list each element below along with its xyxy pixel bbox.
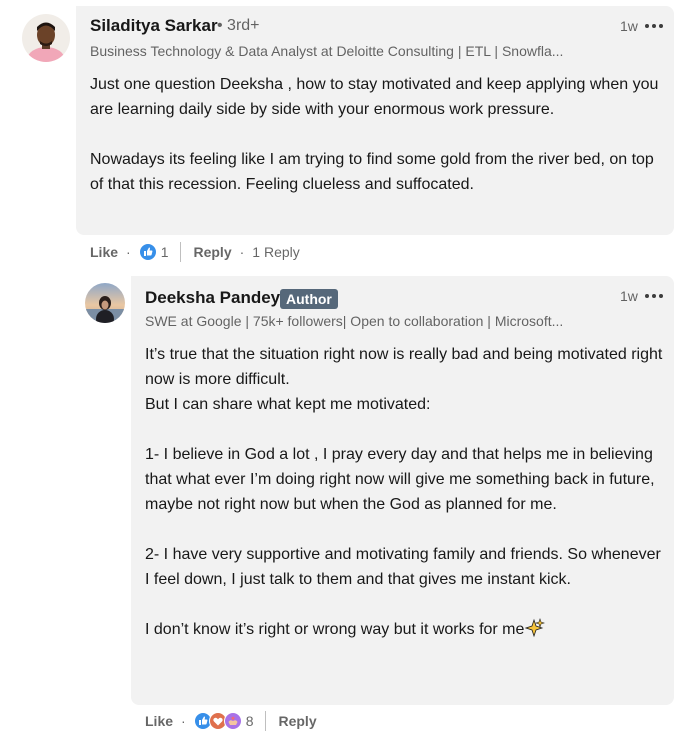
reply-paragraph: It’s true that the situation right now i…: [145, 346, 663, 388]
reply-reply-button[interactable]: Reply: [278, 713, 316, 729]
reply-text: It’s true that the situation right now i…: [145, 342, 663, 642]
comment-paragraph: Just one question Deeksha , how to stay …: [90, 76, 659, 118]
comment-like-button[interactable]: Like: [90, 244, 118, 260]
reply-like-button[interactable]: Like: [145, 713, 173, 729]
reply-actions: Like · 8 Reply: [145, 709, 317, 733]
divider: [180, 242, 182, 262]
comment-author-name[interactable]: Siladitya Sarkar: [90, 16, 218, 36]
comment-reaction-count[interactable]: 1: [161, 244, 169, 260]
reply-paragraph: [145, 592, 663, 617]
comment-timestamp: 1w: [620, 18, 638, 34]
support-hands-icon: [223, 712, 242, 730]
separator-dot: ·: [181, 713, 186, 729]
reply-paragraph: [145, 417, 663, 442]
reply-more-options-icon[interactable]: [645, 291, 663, 301]
reply-author-headline: SWE at Google | 75k+ followers| Open to …: [145, 313, 564, 329]
author-badge: Author: [280, 289, 338, 309]
comment-text: Just one question Deeksha , how to stay …: [90, 72, 662, 197]
comment-author-headline: Business Technology & Data Analyst at De…: [90, 43, 564, 59]
reply-paragraph: I don’t know it’s right or wrong way but…: [145, 621, 525, 638]
comment-reply-button[interactable]: Reply: [193, 244, 231, 260]
avatar-photo: [22, 14, 70, 62]
separator-dot: ·: [239, 244, 245, 260]
reply-paragraph: But I can share what kept me motivated:: [145, 396, 431, 413]
divider: [265, 711, 267, 731]
comment-actions: Like · 1 Reply · 1 Reply: [90, 240, 300, 264]
like-reaction-icon: [138, 243, 157, 261]
comment-paragraph: Nowadays its feeling like I am trying to…: [90, 151, 654, 193]
connection-degree: • 3rd+: [217, 17, 260, 34]
reply-last-line: I don’t know it’s right or wrong way but…: [145, 617, 663, 642]
avatar-deeksha[interactable]: [85, 283, 125, 323]
reply-paragraph: 1- I believe in God a lot , I pray every…: [145, 446, 655, 513]
reply-paragraph: [145, 517, 663, 542]
comment-more-options-icon[interactable]: [645, 21, 663, 31]
reply-count-link[interactable]: 1 Reply: [252, 244, 299, 260]
reply-author-name[interactable]: Deeksha Pandey: [145, 288, 280, 308]
sparkles-emoji-icon: [525, 618, 546, 638]
reply-reaction-count[interactable]: 8: [246, 713, 254, 729]
avatar-siladitya[interactable]: [22, 14, 70, 62]
reply-reactions[interactable]: [193, 712, 242, 730]
reply-timestamp: 1w: [620, 288, 638, 304]
comment-paragraph: [90, 122, 662, 147]
avatar-photo: [85, 283, 125, 323]
separator-dot: ·: [126, 244, 131, 260]
comment-reactions[interactable]: [138, 243, 157, 261]
reply-paragraph: 2- I have very supportive and motivating…: [145, 546, 661, 588]
